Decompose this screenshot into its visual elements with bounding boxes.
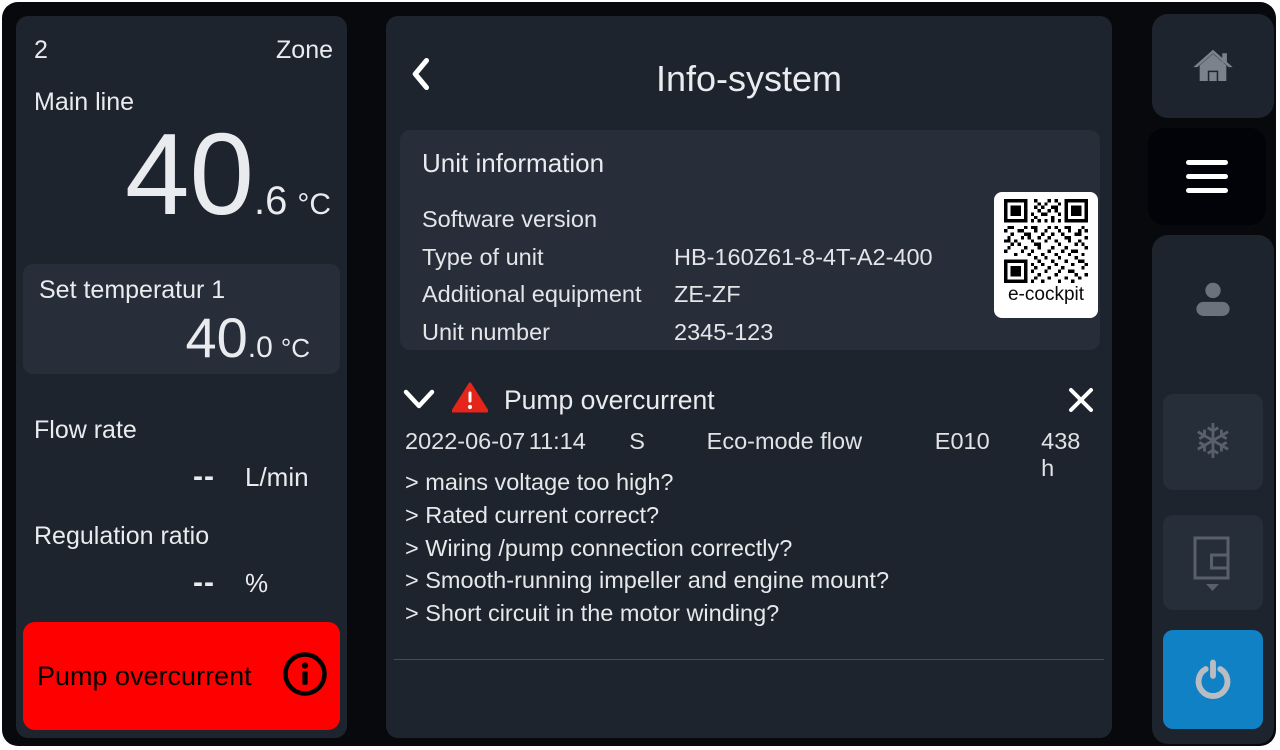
alarm-hint: > Smooth-running impeller and engine mou… [405, 564, 889, 597]
regulation-ratio-unit: % [245, 568, 333, 599]
power-icon [1192, 659, 1234, 701]
info-system-panel: Info-system Unit information Software ve… [386, 16, 1112, 738]
user-button[interactable] [1152, 265, 1274, 335]
flow-rate-label: Flow rate [34, 416, 137, 445]
row-label: Additional equipment [422, 276, 674, 314]
zone-label: Zone [276, 36, 333, 65]
unit-info-row: Additional equipment ZE-ZF [422, 276, 1078, 314]
unit-info-row: Type of unit HB-160Z61-8-4T-A2-400 [422, 239, 1078, 277]
alarm-class: S [629, 428, 706, 455]
sidebar: ❄ [1152, 235, 1274, 744]
alarm-hint: > Wiring /pump connection correctly? [405, 532, 889, 565]
alarm-button-label: Pump overcurrent [37, 661, 282, 692]
user-icon [1190, 280, 1236, 320]
set-temperature-value: 40 .0 °C [39, 307, 324, 369]
qr-code [1004, 199, 1088, 283]
set-temp-unit: °C [281, 333, 310, 364]
unit-information-heading: Unit information [422, 148, 1078, 179]
actual-temperature: 40 .6 °C [16, 116, 331, 232]
line-label: Main line [34, 88, 134, 117]
flow-rate-row: -- L/min [34, 460, 333, 494]
section-divider [394, 659, 1104, 660]
mold-zone-button[interactable] [1163, 515, 1263, 610]
set-temp-frac: .0 [248, 331, 273, 365]
mold-icon [1190, 534, 1236, 592]
set-temperature-label: Set temperatur 1 [39, 276, 324, 305]
close-button[interactable] [1066, 385, 1096, 415]
menu-icon [1186, 160, 1228, 193]
regulation-ratio-value: -- [193, 566, 215, 600]
alarm-time: 11:14 [529, 428, 630, 455]
actual-temp-int: 40 [125, 116, 254, 232]
alarm-date: 2022-06-07 [405, 428, 529, 455]
alarm-operating-hours: 438 h [1041, 428, 1098, 482]
unit-info-row: Software version [422, 201, 1078, 239]
row-label: Type of unit [422, 239, 674, 277]
e-cockpit-qr-tile: e-cockpit [994, 192, 1098, 318]
device-screen: 2 Zone Main line 40 .6 °C Set temperatur… [2, 2, 1276, 746]
flow-rate-unit: L/min [245, 462, 333, 493]
alarm-detail-header: Pump overcurrent [402, 380, 1096, 420]
regulation-ratio-label: Regulation ratio [34, 522, 209, 551]
row-label: Software version [422, 201, 674, 239]
alarm-mode: Eco-mode flow [707, 428, 935, 455]
pump-overcurrent-alarm-button[interactable]: Pump overcurrent [23, 622, 340, 730]
alarm-error-code: E010 [935, 428, 1041, 455]
alarm-hint: > Rated current correct? [405, 499, 889, 532]
unit-info-row: Unit number 2345-123 [422, 314, 1078, 352]
home-button[interactable] [1152, 14, 1274, 118]
row-value: 2345-123 [674, 314, 1078, 352]
qr-caption: e-cockpit [1008, 284, 1084, 306]
collapse-button[interactable] [402, 386, 436, 414]
flow-rate-value: -- [193, 460, 215, 494]
info-icon [282, 651, 328, 702]
warning-icon [452, 382, 488, 419]
close-icon [1066, 385, 1096, 415]
zone-panel: 2 Zone Main line 40 .6 °C Set temperatur… [16, 16, 347, 738]
alarm-hint: > mains voltage too high? [405, 466, 889, 499]
zone-number: 2 [34, 36, 48, 65]
set-temp-int: 40 [185, 307, 247, 369]
home-icon [1191, 46, 1235, 86]
row-label: Unit number [422, 314, 674, 352]
set-temperature-field[interactable]: Set temperatur 1 40 .0 °C [23, 264, 340, 374]
alarm-hint: > Short circuit in the motor winding? [405, 597, 889, 630]
regulation-ratio-row: -- % [34, 566, 333, 600]
chevron-down-icon [402, 386, 436, 414]
zone-panel-header: 2 Zone [34, 36, 333, 65]
page-title: Info-system [386, 58, 1112, 100]
unit-information-card: Unit information Software version Type o… [400, 130, 1100, 350]
cooling-button[interactable]: ❄ [1163, 394, 1263, 490]
alarm-title: Pump overcurrent [504, 385, 715, 416]
alarm-hints: > mains voltage too high? > Rated curren… [405, 466, 889, 630]
menu-button-active[interactable] [1148, 128, 1266, 225]
page: 2 Zone Main line 40 .6 °C Set temperatur… [0, 0, 1280, 750]
actual-temp-unit: °C [297, 188, 331, 222]
actual-temp-frac: .6 [254, 179, 287, 224]
power-button[interactable] [1163, 630, 1263, 729]
snowflake-icon: ❄ [1193, 418, 1233, 466]
